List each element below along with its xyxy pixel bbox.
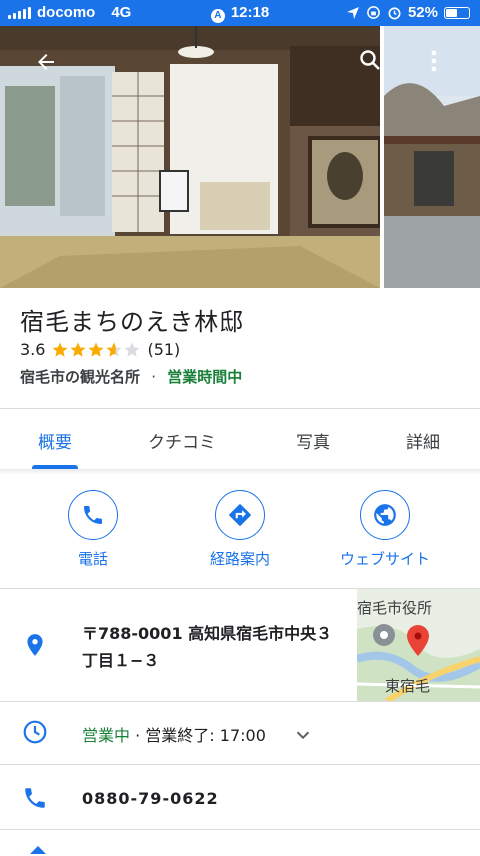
divider — [0, 829, 480, 830]
clock-time: 12:18 — [230, 4, 270, 21]
separator-dot: · — [151, 368, 157, 386]
tab-details[interactable]: 詳細 — [406, 428, 440, 453]
tab-shadow — [0, 469, 480, 475]
directions-icon — [229, 504, 251, 526]
directions-label: 経路案内 — [209, 550, 270, 568]
map-label-station: 東宿毛 — [385, 677, 431, 695]
location-pin-icon — [27, 634, 43, 656]
more-options-icon[interactable] — [424, 48, 444, 74]
location-arrow-icon — [346, 6, 359, 19]
open-status: 営業時間中 — [167, 368, 243, 386]
next-row-icon — [30, 846, 46, 854]
phone-icon — [25, 788, 45, 808]
divider — [0, 408, 480, 409]
place-title: 宿毛まちのえき林邸 — [20, 308, 245, 336]
star-icon — [124, 342, 140, 357]
tab-overview[interactable]: 概要 — [38, 428, 72, 453]
globe-icon — [374, 504, 396, 526]
rating-stars — [51, 341, 141, 359]
back-arrow-icon[interactable] — [34, 50, 58, 74]
website-label: ウェブサイト — [339, 550, 430, 568]
hours-closing: 営業終了: 17:00 — [145, 726, 266, 745]
hours-status: 営業中 — [82, 726, 131, 745]
phone-icon — [84, 506, 102, 524]
alarm-icon — [388, 7, 401, 20]
battery-icon — [444, 6, 470, 19]
star-icon — [106, 342, 122, 357]
address-text[interactable]: 〒788-0001 高知県宿毛市中央３ 丁目１−３ — [82, 620, 352, 674]
battery-percent: 52% — [407, 4, 438, 21]
category-label: 宿毛市の観光名所 — [20, 368, 141, 386]
rating-value: 3.6 — [20, 340, 46, 359]
website-button[interactable]: ウェブサイト — [325, 490, 445, 569]
call-button[interactable]: 電話 — [33, 490, 153, 569]
chevron-down-icon[interactable] — [292, 724, 314, 746]
review-count: (51) — [147, 340, 181, 359]
map-marker-icon — [373, 624, 395, 646]
star-icon — [88, 342, 104, 357]
lock-rotation-icon — [367, 6, 380, 19]
rating-row[interactable]: 3.6 (51) — [20, 340, 180, 359]
star-icon — [70, 342, 86, 357]
star-icon — [52, 342, 68, 357]
hours-separator: · — [130, 726, 146, 745]
photo-carousel[interactable] — [0, 26, 480, 288]
tab-bar: 概要 クチコミ 写真 詳細 — [0, 410, 480, 470]
hours-text: 営業中 · 営業終了: 17:00 — [82, 722, 266, 746]
phone-row[interactable] — [0, 765, 480, 829]
phone-number[interactable]: 0880-79-0622 — [82, 789, 219, 808]
tab-reviews[interactable]: クチコミ — [148, 428, 216, 453]
call-label: 電話 — [77, 550, 108, 568]
address-line-1: 〒788-0001 高知県宿毛市中央３ — [82, 624, 333, 643]
clock-icon — [23, 720, 47, 744]
tab-photos[interactable]: 写真 — [296, 428, 330, 453]
category-row: 宿毛市の観光名所 · 営業時間中 — [20, 366, 242, 387]
directions-button[interactable]: 経路案内 — [180, 490, 300, 569]
map-thumbnail[interactable]: 宿毛市役所 東宿毛 — [357, 589, 480, 701]
search-icon[interactable] — [358, 48, 382, 72]
map-label-cityhall: 宿毛市役所 — [357, 599, 433, 617]
address-line-2: 丁目１−３ — [82, 651, 160, 670]
rotation-lock-icon: A — [210, 9, 225, 23]
status-bar: docomo 4G A 12:18 52% — [0, 0, 480, 26]
